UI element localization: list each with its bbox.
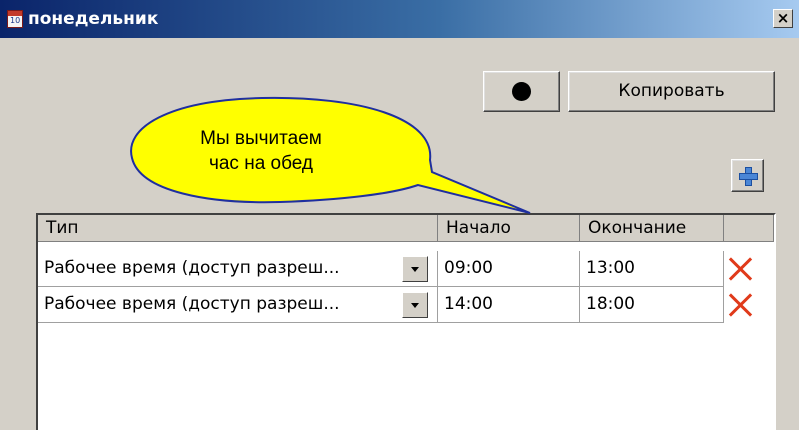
column-header-actions [724, 215, 774, 242]
record-dot-icon [512, 82, 531, 101]
plus-icon [739, 167, 758, 186]
chevron-down-icon[interactable] [402, 256, 428, 282]
schedule-table[interactable]: Тип Начало Окончание Рабочее время (дост… [36, 213, 776, 430]
add-row-button[interactable] [731, 159, 764, 192]
start-cell[interactable]: 14:00 [438, 287, 580, 323]
callout-text: Мы вычитаем час на обед [186, 126, 336, 176]
copy-button[interactable]: Копировать [568, 71, 775, 112]
table-row[interactable]: Рабочее время (доступ разреш... 14:00 18… [38, 287, 774, 323]
type-cell[interactable]: Рабочее время (доступ разреш... [38, 251, 438, 287]
window-title: понедельник [28, 9, 159, 29]
calendar-icon [7, 10, 23, 28]
type-cell[interactable]: Рабочее время (доступ разреш... [38, 287, 438, 323]
column-header-type[interactable]: Тип [38, 215, 438, 242]
end-cell[interactable]: 13:00 [580, 251, 724, 287]
callout-line-1: Мы вычитаем [200, 128, 322, 149]
table-row[interactable]: Рабочее время (доступ разреш... 09:00 13… [38, 251, 774, 287]
title-bar[interactable]: понедельник × [0, 0, 799, 38]
column-header-end[interactable]: Окончание [580, 215, 724, 242]
delete-x-icon[interactable] [728, 292, 754, 318]
end-cell[interactable]: 18:00 [580, 287, 724, 323]
chevron-down-icon[interactable] [402, 292, 428, 318]
column-header-start[interactable]: Начало [438, 215, 580, 242]
type-value: Рабочее время (доступ разреш... [44, 294, 340, 314]
delete-x-icon[interactable] [728, 256, 754, 282]
start-cell[interactable]: 09:00 [438, 251, 580, 287]
record-button[interactable] [483, 71, 560, 112]
callout-line-2: час на обед [208, 153, 314, 174]
close-button[interactable]: × [773, 9, 793, 28]
type-value: Рабочее время (доступ разреш... [44, 258, 340, 278]
